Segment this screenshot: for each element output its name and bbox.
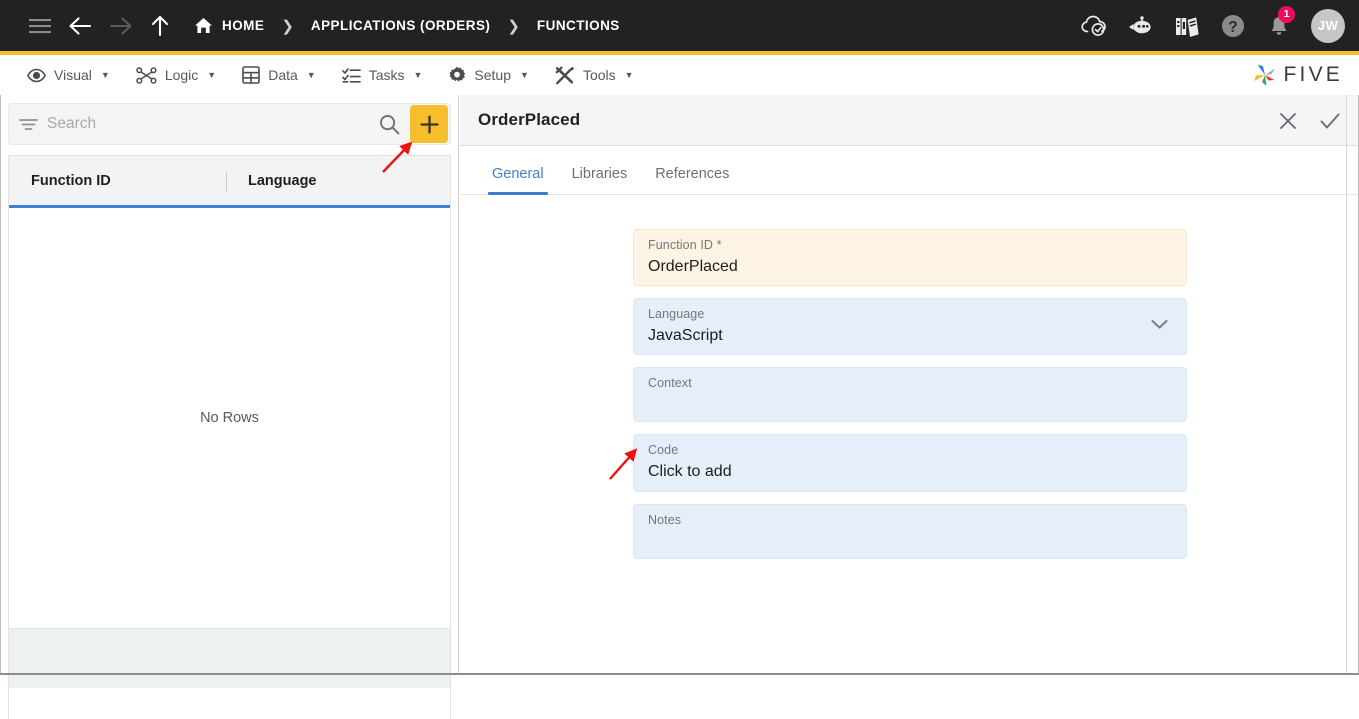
notes-field[interactable]: Notes: [633, 504, 1187, 559]
menu-item-visual[interactable]: Visual ▼: [14, 55, 123, 95]
five-pinwheel-logo-icon: [1252, 62, 1278, 88]
top-nav-left-group: HOME ❯ APPLICATIONS (ORDERS) ❯ FUNCTIONS: [0, 0, 620, 51]
function-id-label: Function ID *: [648, 238, 722, 252]
breadcrumb-item-functions[interactable]: FUNCTIONS: [537, 18, 620, 33]
gear-icon: [448, 66, 466, 84]
context-field[interactable]: Context: [633, 367, 1187, 422]
language-select[interactable]: Language JavaScript: [633, 298, 1187, 355]
help-icon[interactable]: ?: [1211, 0, 1255, 51]
arrow-back-icon[interactable]: [60, 0, 100, 51]
language-value: JavaScript: [634, 299, 1186, 354]
checklist-icon: [342, 67, 361, 84]
eye-icon: [27, 68, 46, 83]
menu-label-visual: Visual: [54, 67, 92, 83]
menu-item-data[interactable]: Data ▼: [229, 55, 329, 95]
notification-bell-icon[interactable]: 1: [1257, 0, 1301, 51]
menu-label-tasks: Tasks: [369, 67, 405, 83]
logic-nodes-icon: [136, 67, 157, 84]
page-title: OrderPlaced: [460, 110, 580, 130]
code-label: Code: [648, 443, 678, 457]
detail-header-actions: [1269, 95, 1349, 146]
application-menu-bar: Visual ▼ Logic ▼ Data ▼: [0, 55, 1359, 95]
chevron-down-icon: ▼: [625, 70, 634, 80]
window-left-border: [0, 95, 1, 675]
chevron-down-icon: ▼: [101, 70, 110, 80]
column-header-language[interactable]: Language: [226, 155, 450, 207]
arrow-up-icon[interactable]: [140, 0, 180, 51]
menu-label-setup: Setup: [474, 67, 511, 83]
close-button[interactable]: [1269, 101, 1307, 141]
breadcrumb-separator: ❯: [490, 17, 537, 35]
books-icon[interactable]: [1165, 0, 1209, 51]
grid-table-icon: [242, 66, 260, 84]
menu-label-tools: Tools: [583, 67, 616, 83]
close-x-icon: [1278, 111, 1298, 131]
tab-general[interactable]: General: [478, 166, 558, 194]
breadcrumb-separator: ❯: [264, 17, 311, 35]
menu-label-logic: Logic: [165, 67, 198, 83]
avatar[interactable]: JW: [1311, 9, 1345, 43]
logo-text: FIVE: [1284, 63, 1343, 87]
context-value: [634, 368, 1186, 395]
menu-item-setup[interactable]: Setup ▼: [435, 55, 542, 95]
tab-libraries[interactable]: Libraries: [558, 166, 642, 194]
detail-panel-header: OrderPlaced: [460, 95, 1359, 146]
detail-tabs: General Libraries References: [460, 146, 1359, 195]
chevron-down-icon: ▼: [307, 70, 316, 80]
notes-value: [634, 505, 1186, 532]
empty-state-text: No Rows: [200, 410, 259, 426]
chevron-down-icon: ▼: [207, 70, 216, 80]
add-button[interactable]: [410, 105, 448, 143]
menu-label-data: Data: [268, 67, 298, 83]
menu-item-tools[interactable]: Tools ▼: [542, 55, 647, 95]
search-bar: [8, 103, 451, 145]
chevron-down-icon: ▼: [520, 70, 529, 80]
top-nav-right-group: ? 1 JW: [1073, 0, 1345, 51]
function-id-field[interactable]: Function ID * OrderPlaced: [633, 229, 1187, 286]
grid-header-row: Function ID Language: [9, 156, 450, 208]
chatbot-icon[interactable]: [1119, 0, 1163, 51]
notification-badge: 1: [1278, 6, 1295, 23]
search-input[interactable]: [47, 104, 368, 144]
plus-icon: [420, 115, 439, 134]
notes-label: Notes: [648, 513, 681, 527]
tools-wrench-screwdriver-icon: [555, 66, 575, 85]
hamburger-menu-icon[interactable]: [20, 0, 60, 51]
five-logo: FIVE: [1252, 55, 1343, 95]
code-value: Click to add: [634, 435, 1186, 490]
tab-references[interactable]: References: [641, 166, 743, 194]
code-field[interactable]: Code Click to add: [633, 434, 1187, 491]
grid-body: No Rows: [9, 208, 450, 628]
check-icon: [1319, 111, 1341, 131]
arrow-forward-icon: [100, 0, 140, 51]
breadcrumb-label-home: HOME: [222, 18, 264, 33]
breadcrumb: HOME ❯ APPLICATIONS (ORDERS) ❯ FUNCTIONS: [194, 0, 620, 51]
scrollbar-track[interactable]: [1346, 95, 1347, 675]
function-detail-panel: OrderPlaced General Libraries Referenc: [460, 95, 1359, 675]
breadcrumb-item-home[interactable]: HOME: [194, 17, 264, 34]
menu-item-logic[interactable]: Logic ▼: [123, 55, 229, 95]
general-tab-form: Function ID * OrderPlaced Language JavaS…: [460, 195, 1359, 571]
main-content-area: Function ID Language No Rows OrderPlaced: [0, 95, 1359, 675]
chevron-down-icon[interactable]: [1151, 317, 1168, 335]
context-label: Context: [648, 376, 692, 390]
functions-data-grid: Function ID Language No Rows: [8, 155, 451, 719]
column-header-function-id[interactable]: Function ID: [9, 155, 226, 207]
cloud-check-icon[interactable]: [1073, 0, 1117, 51]
confirm-button[interactable]: [1311, 101, 1349, 141]
language-label: Language: [648, 307, 704, 321]
svg-text:?: ?: [1228, 19, 1237, 36]
breadcrumb-item-applications[interactable]: APPLICATIONS (ORDERS): [311, 18, 490, 33]
search-icon[interactable]: [368, 114, 410, 135]
functions-list-panel: Function ID Language No Rows: [0, 95, 459, 675]
menu-item-tasks[interactable]: Tasks ▼: [329, 55, 436, 95]
home-icon: [194, 17, 213, 34]
filter-icon[interactable]: [9, 118, 47, 131]
top-navigation-bar: HOME ❯ APPLICATIONS (ORDERS) ❯ FUNCTIONS: [0, 0, 1359, 51]
chevron-down-icon: ▼: [414, 70, 423, 80]
grid-footer: [9, 628, 450, 688]
